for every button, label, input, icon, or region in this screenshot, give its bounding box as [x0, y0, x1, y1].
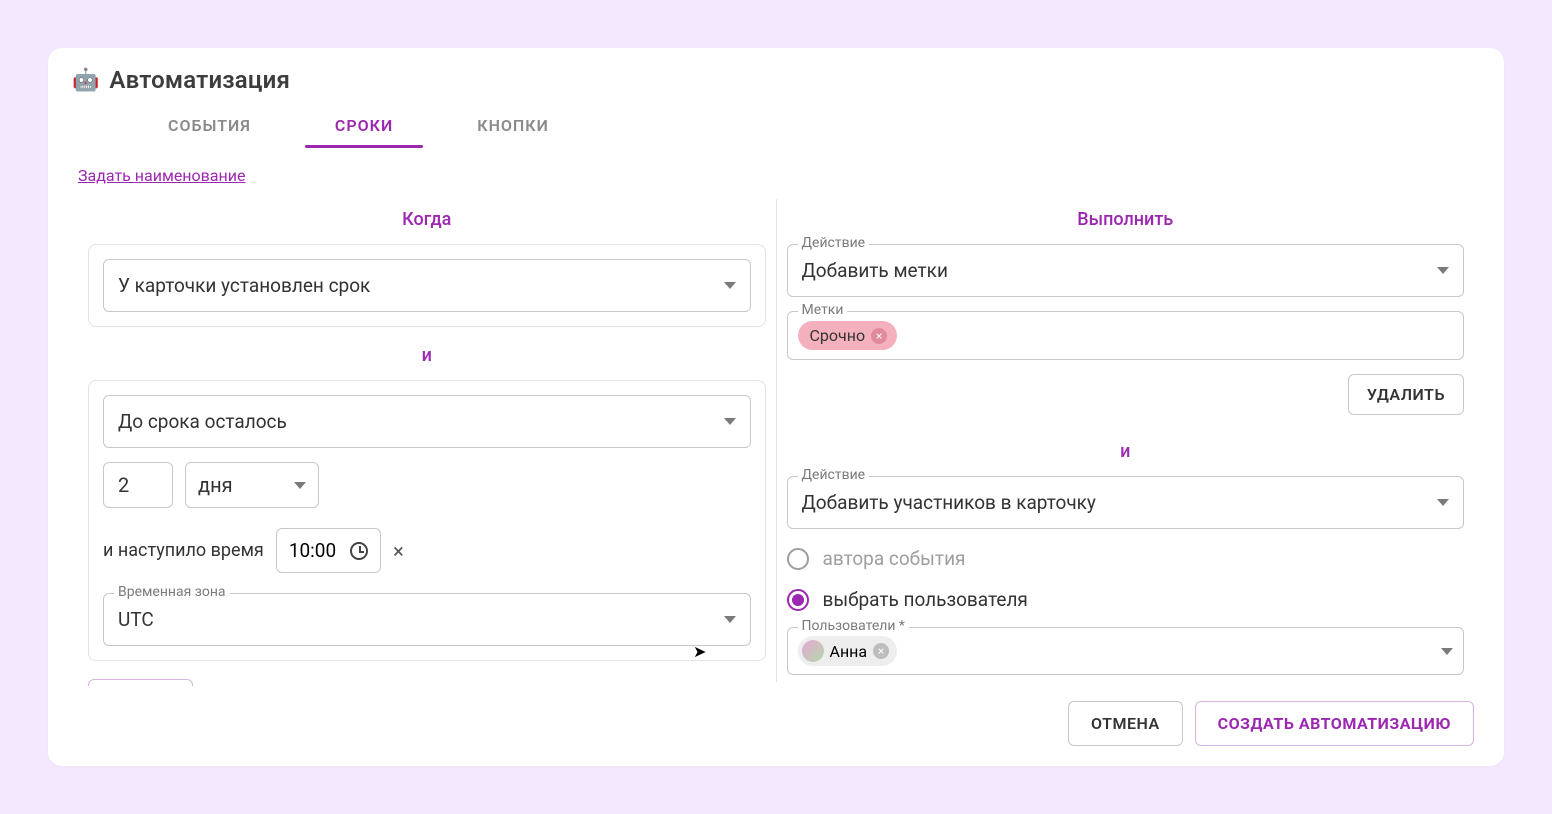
- remove-user-icon[interactable]: ×: [873, 643, 889, 659]
- radio-author-row[interactable]: автора события: [787, 547, 1465, 570]
- action2-select[interactable]: Действие Добавить участников в карточку: [787, 476, 1465, 529]
- do-conjunction: и: [787, 427, 1465, 476]
- add-if-button[interactable]: + И ЕСЛИ: [88, 679, 193, 686]
- labels-field[interactable]: Метки Срочно ×: [787, 311, 1465, 360]
- users-field[interactable]: Пользователи * Анна ×: [787, 627, 1465, 675]
- dialog-footer: ОТМЕНА СОЗДАТЬ АВТОМАТИЗАЦИЮ: [48, 686, 1504, 766]
- robot-icon: 🤖: [72, 68, 99, 93]
- action2-legend: Действие: [798, 467, 870, 483]
- avatar-icon: [802, 640, 824, 662]
- trigger-panel: У карточки установлен срок: [88, 244, 766, 327]
- clear-time-icon[interactable]: ×: [393, 539, 404, 563]
- unit-value: дня: [198, 473, 233, 497]
- labels-legend: Метки: [798, 302, 848, 318]
- tab-deadlines[interactable]: СРОКИ: [335, 116, 393, 147]
- timezone-value: UTC: [118, 608, 154, 631]
- delete-action-button[interactable]: УДАЛИТЬ: [1348, 374, 1464, 415]
- action1-value: Добавить метки: [802, 259, 948, 282]
- trigger-select[interactable]: У карточки установлен срок: [103, 259, 751, 312]
- action1-legend: Действие: [798, 235, 870, 251]
- radio-user-row[interactable]: выбрать пользователя: [787, 588, 1465, 611]
- action2-panel: Действие Добавить участников в карточку …: [787, 476, 1465, 675]
- condition-select[interactable]: До срока осталось: [103, 395, 751, 448]
- chevron-down-icon: [1437, 267, 1449, 274]
- amount-input[interactable]: [103, 462, 173, 508]
- timezone-select[interactable]: Временная зона UTC: [103, 593, 751, 646]
- label-chip: Срочно ×: [798, 321, 898, 350]
- tab-events[interactable]: СОБЫТИЯ: [168, 116, 251, 147]
- label-chip-text: Срочно: [810, 326, 866, 345]
- chevron-down-icon: [1441, 648, 1453, 655]
- unit-select[interactable]: дня: [185, 462, 319, 508]
- chevron-down-icon: [724, 282, 736, 289]
- when-conjunction: и: [88, 331, 766, 380]
- chevron-down-icon: [724, 418, 736, 425]
- time-input[interactable]: 10:00: [276, 528, 381, 573]
- remove-label-icon[interactable]: ×: [871, 328, 887, 344]
- when-title: Когда: [88, 199, 766, 244]
- when-column: Когда У карточки установлен срок и До ср…: [78, 195, 776, 686]
- chevron-down-icon: [294, 482, 306, 489]
- do-title: Выполнить: [787, 199, 1465, 244]
- time-value: 10:00: [289, 539, 336, 562]
- dialog-title: Автоматизация: [109, 66, 290, 94]
- timezone-label: Временная зона: [114, 584, 230, 600]
- chevron-down-icon: [1437, 499, 1449, 506]
- do-column: Выполнить Действие Добавить метки Метки …: [777, 195, 1475, 686]
- cancel-button[interactable]: ОТМЕНА: [1068, 701, 1183, 746]
- clock-icon: [350, 542, 368, 560]
- tabs: СОБЫТИЯ СРОКИ КНОПКИ: [48, 102, 1504, 148]
- condition-value: До срока осталось: [118, 410, 287, 433]
- condition-panel: До срока осталось дня и наступило время …: [88, 380, 766, 661]
- chevron-down-icon: [724, 616, 736, 623]
- create-automation-button[interactable]: СОЗДАТЬ АВТОМАТИЗАЦИЮ: [1195, 701, 1474, 746]
- radio-author-label: автора события: [823, 547, 966, 570]
- dialog-header: 🤖 Автоматизация: [48, 66, 1504, 102]
- radio-unchecked-icon: [787, 548, 809, 570]
- radio-user-label: выбрать пользователя: [823, 588, 1028, 611]
- users-legend: Пользователи *: [798, 618, 909, 634]
- automation-dialog: 🤖 Автоматизация СОБЫТИЯ СРОКИ КНОПКИ Зад…: [48, 48, 1504, 766]
- radio-checked-icon: [787, 589, 809, 611]
- action1-select[interactable]: Действие Добавить метки: [787, 244, 1465, 297]
- set-name-link[interactable]: Задать наименование: [48, 148, 1504, 195]
- trigger-value: У карточки установлен срок: [118, 274, 370, 297]
- columns: Когда У карточки установлен срок и До ср…: [48, 195, 1504, 686]
- user-chip: Анна ×: [798, 636, 898, 666]
- time-prefix: и наступило время: [103, 540, 264, 561]
- action1-panel: Действие Добавить метки Метки Срочно ×: [787, 244, 1465, 423]
- action2-value: Добавить участников в карточку: [802, 491, 1096, 514]
- user-chip-name: Анна: [830, 642, 868, 661]
- tab-buttons[interactable]: КНОПКИ: [477, 116, 549, 147]
